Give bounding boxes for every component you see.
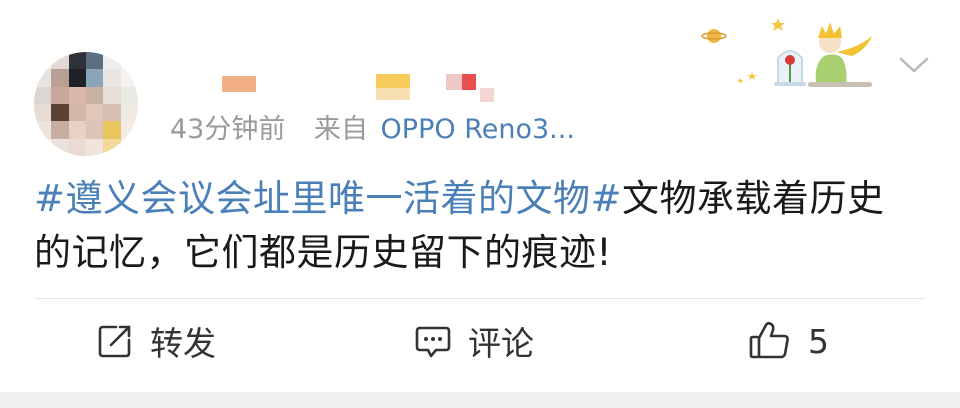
post-time: 43分钟前: [170, 114, 286, 145]
comment-label: 评论: [468, 324, 534, 363]
avatar[interactable]: [34, 52, 138, 156]
post-content: #遵义会议会址里唯一活着的文物#文物承载着历史的记忆，它们都是历史留下的痕迹!: [34, 172, 914, 280]
post-card: 43分钟前 来自 OPPO Reno3... #遵义会议会址里唯一活着的文物#文…: [0, 0, 960, 392]
like-button[interactable]: 5: [748, 318, 829, 364]
repost-label: 转发: [150, 324, 216, 363]
little-prince-sticker: [696, 8, 886, 92]
username-obscured[interactable]: [220, 72, 510, 106]
source-device-link[interactable]: OPPO Reno3...: [381, 114, 575, 145]
feed-gap-bottom: [0, 392, 960, 408]
post-meta: 43分钟前 来自 OPPO Reno3...: [170, 112, 575, 148]
comment-icon: [415, 326, 451, 358]
chevron-down-icon[interactable]: [898, 54, 930, 76]
thumbs-up-icon: [749, 321, 789, 359]
like-count: 5: [808, 321, 829, 361]
repost-button[interactable]: 转发: [96, 318, 216, 364]
divider: [34, 298, 926, 299]
source-label: 来自: [313, 114, 368, 145]
topic-hashtag-link[interactable]: #遵义会议会址里唯一活着的文物#: [34, 177, 622, 220]
repost-icon: [98, 325, 131, 358]
comment-button[interactable]: 评论: [414, 318, 534, 364]
